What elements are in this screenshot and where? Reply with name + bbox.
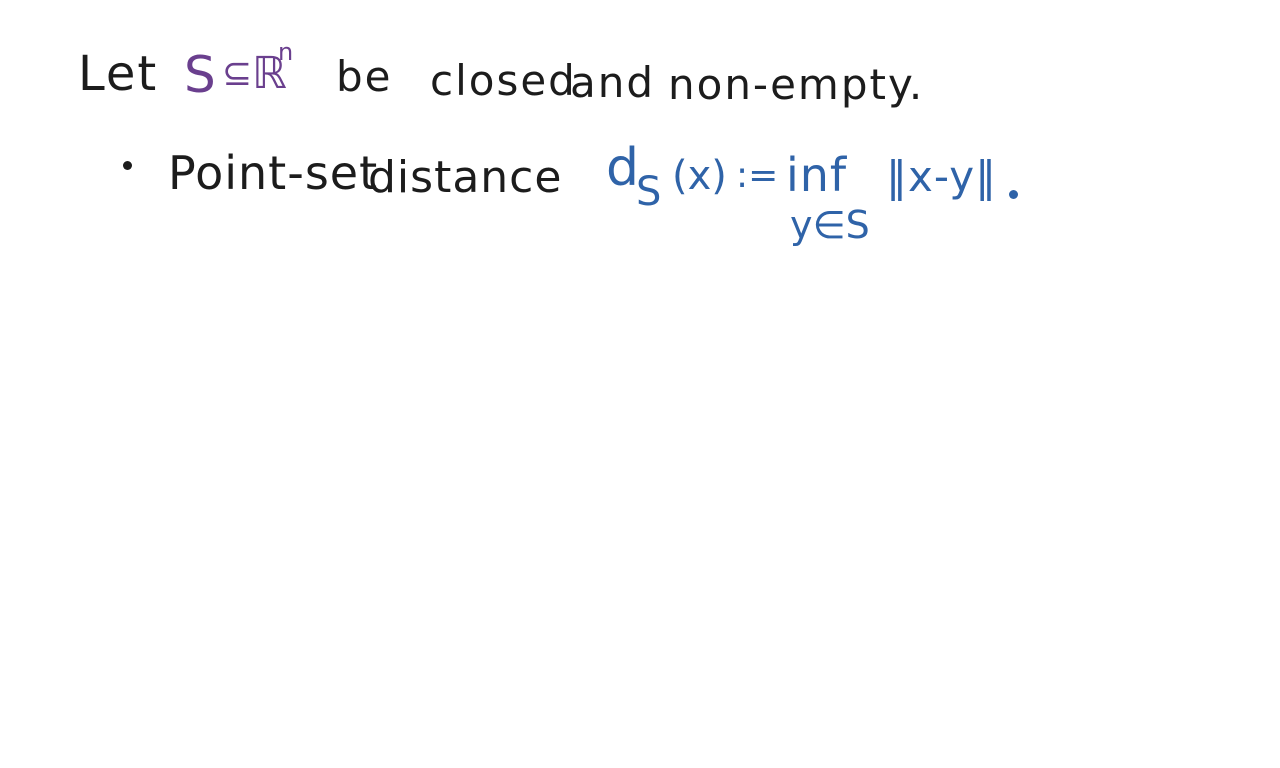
formula-argument: (x) xyxy=(672,153,727,199)
formula-defined-as: := xyxy=(736,155,779,196)
formula-d: d xyxy=(606,138,640,198)
word-and: and xyxy=(570,58,656,107)
exponent-n: n xyxy=(278,38,294,66)
bullet-dot xyxy=(123,161,132,170)
subset-symbol: ⊆ xyxy=(222,53,253,94)
whiteboard-page: Let S ⊆ ℝ n be closed and non-empty. Poi… xyxy=(0,0,1280,768)
formula-infimum-subscript: y∈S xyxy=(790,203,870,247)
set-symbol-s: S xyxy=(184,46,216,104)
word-closed: closed xyxy=(430,56,577,105)
word-point-set: Point-set xyxy=(168,146,379,200)
word-non-empty: non-empty. xyxy=(668,60,925,109)
formula-norm: ‖x-y‖ xyxy=(886,152,998,201)
word-distance: distance xyxy=(368,152,563,203)
formula-infimum: inf xyxy=(786,148,848,202)
word-let: Let xyxy=(78,46,159,102)
word-be: be xyxy=(336,52,393,101)
formula-period xyxy=(1009,190,1018,199)
formula-d-subscript: S xyxy=(636,169,662,215)
